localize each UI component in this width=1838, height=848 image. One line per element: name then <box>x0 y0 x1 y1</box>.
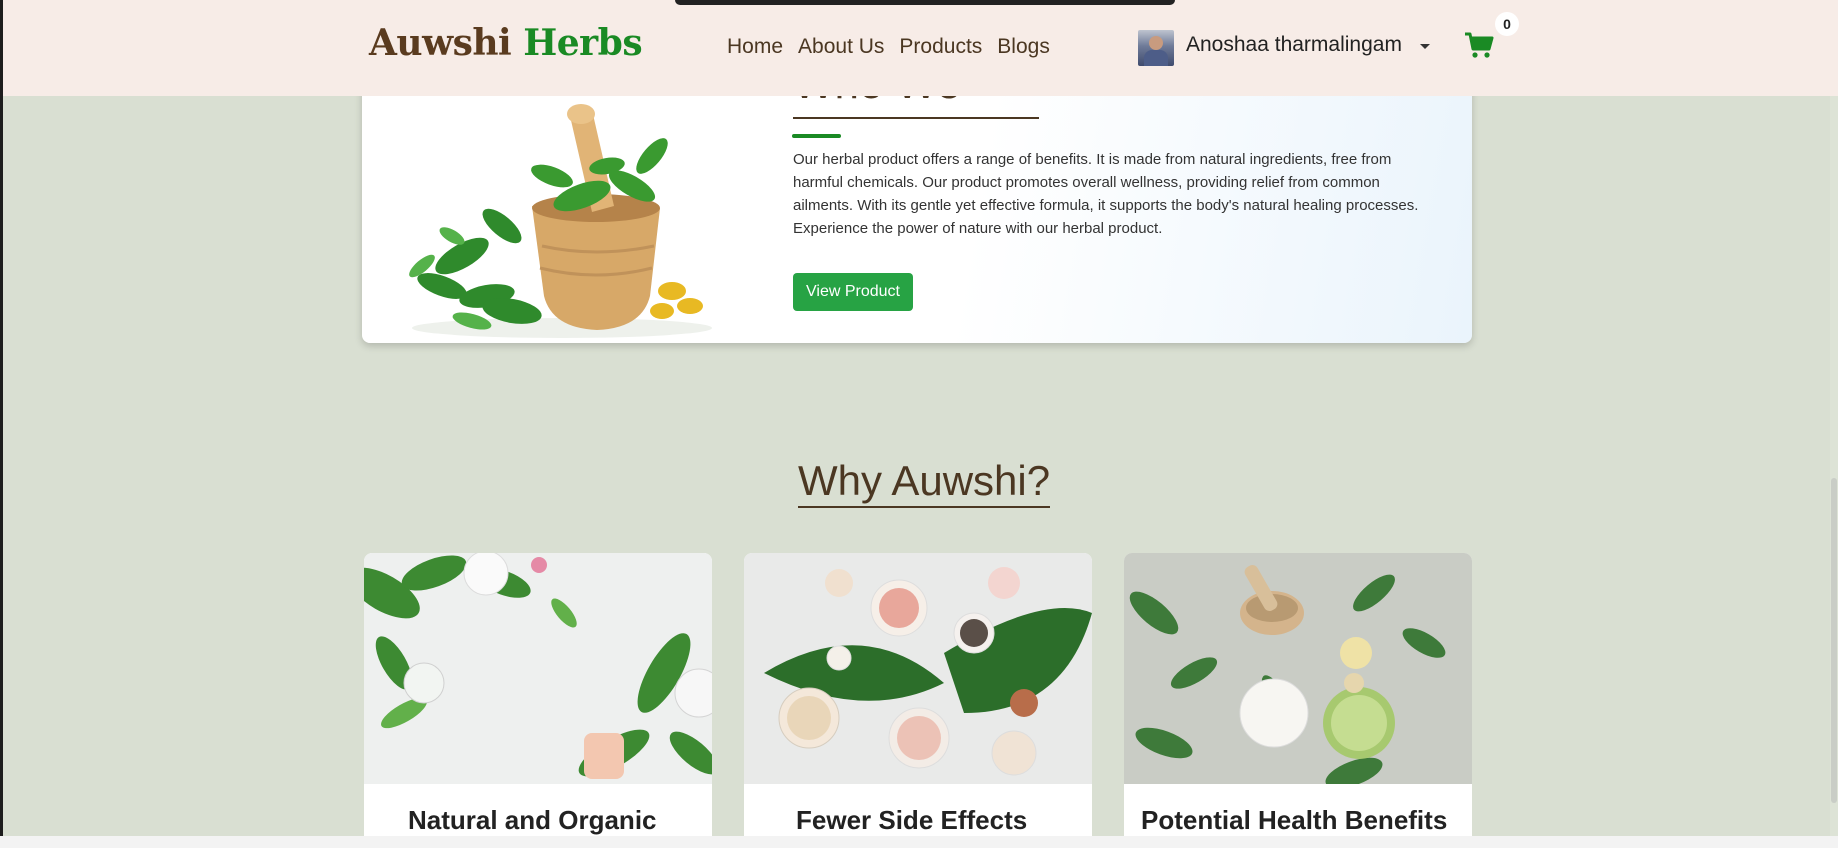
bottom-strip <box>0 836 1838 848</box>
feature-card-natural-organic: Natural and Organic <box>364 553 712 848</box>
potential-health-benefits-image <box>1124 553 1472 784</box>
who-we-are-description: Our herbal product offers a range of ben… <box>793 151 1419 237</box>
nav-about-us[interactable]: About Us <box>798 35 884 59</box>
title-accent-line <box>792 134 841 138</box>
main-nav: Home About Us Products Blogs <box>727 35 1065 59</box>
natural-organic-image <box>364 553 712 784</box>
view-product-button[interactable]: View Product <box>793 273 913 311</box>
nav-products[interactable]: Products <box>899 35 982 59</box>
chevron-down-icon[interactable] <box>1420 44 1430 49</box>
feature-card-potential-health-benefits: Potential Health Benefits <box>1124 553 1472 848</box>
logo-text-herbs: Herbs <box>523 22 643 64</box>
feature-label: Natural and Organic <box>408 805 657 835</box>
user-name[interactable]: Anoshaa tharmalingam <box>1186 33 1402 57</box>
cart-count-badge: 0 <box>1495 12 1519 36</box>
site-header: Auwshi Herbs Home About Us Products Blog… <box>3 0 1838 96</box>
feature-label: Fewer Side Effects <box>796 805 1028 835</box>
nav-blogs[interactable]: Blogs <box>997 35 1050 59</box>
logo-text-auwshi: Auwshi <box>369 22 512 64</box>
feature-label: Potential Health Benefits <box>1141 805 1448 835</box>
why-auwshi-title: Why Auwshi? <box>798 456 1051 508</box>
fewer-side-effects-image <box>744 553 1092 784</box>
avatar[interactable] <box>1138 30 1174 66</box>
nav-home[interactable]: Home <box>727 35 783 59</box>
cart-icon[interactable] <box>1464 30 1494 60</box>
browser-notch <box>675 0 1175 5</box>
mortar-pestle-image <box>409 104 712 338</box>
scrollbar-thumb[interactable] <box>1831 478 1837 803</box>
site-logo[interactable]: Auwshi Herbs <box>369 22 643 64</box>
feature-card-fewer-side-effects: Fewer Side Effects <box>744 553 1092 848</box>
window-edge <box>0 0 3 848</box>
